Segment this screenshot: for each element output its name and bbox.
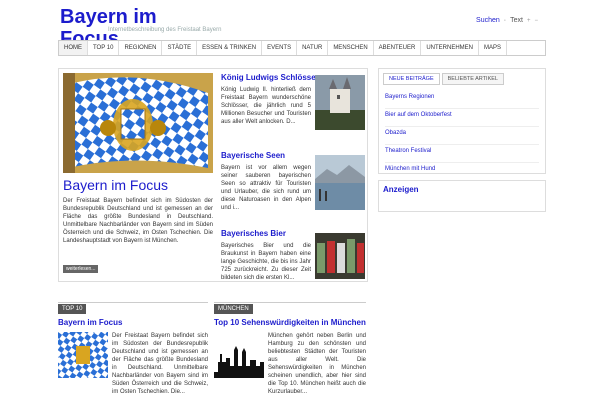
lake-image[interactable] bbox=[315, 155, 365, 210]
recent-post-link[interactable]: Bier auf dem Oktoberfest bbox=[385, 109, 539, 127]
section-tag[interactable]: MÜNCHEN bbox=[214, 304, 253, 314]
tab-new-posts[interactable]: NEUE BEITRÄGE bbox=[383, 73, 440, 85]
divider bbox=[214, 302, 366, 303]
text-size-label: Text bbox=[510, 17, 523, 24]
section-text: München gehört neben Berlin und Hamburg … bbox=[268, 333, 366, 395]
section-title[interactable]: Bayern im Focus bbox=[58, 318, 208, 328]
nav-home[interactable]: HOME bbox=[59, 41, 88, 55]
ads-title: Anzeigen bbox=[383, 185, 419, 194]
section-image[interactable] bbox=[214, 332, 264, 378]
nav-events[interactable]: EVENTS bbox=[262, 41, 298, 55]
beer-image[interactable] bbox=[315, 233, 365, 279]
recent-post-link[interactable]: Obazda bbox=[385, 127, 539, 145]
featured-image[interactable] bbox=[63, 73, 213, 173]
nav-abenteuer[interactable]: ABENTEUER bbox=[374, 41, 422, 55]
header-tools: Suchen · Text + − bbox=[476, 17, 538, 24]
text-decrease-icon[interactable]: − bbox=[534, 18, 538, 24]
nav-menschen[interactable]: MENSCHEN bbox=[328, 41, 374, 55]
section-block-top10: Bayern im Focus Der Freistaat Bayern bef… bbox=[58, 318, 208, 402]
section-title[interactable]: Top 10 Sehenswürdigkeiten in München bbox=[214, 318, 366, 328]
separator: · bbox=[503, 17, 507, 24]
section-tag[interactable]: TOP 10 bbox=[58, 304, 87, 314]
section-block-muenchen: Top 10 Sehenswürdigkeiten in München Mün… bbox=[214, 318, 366, 402]
widget-tabs: NEUE BEITRÄGE BELIEBTE ARTIKEL bbox=[383, 73, 504, 85]
recent-posts-widget: NEUE BEITRÄGE BELIEBTE ARTIKEL Bayerns R… bbox=[378, 68, 546, 181]
search-link[interactable]: Suchen bbox=[476, 17, 500, 24]
side-article-text: König Ludwig II. hinterließ dem Freistaa… bbox=[221, 87, 311, 125]
featured-block: Bayern im Focus Der Freistaat Bayern bef… bbox=[58, 68, 368, 282]
divider bbox=[58, 302, 208, 303]
nav-staedte[interactable]: STÄDTE bbox=[162, 41, 198, 55]
main-navigation: HOME TOP 10 REGIONEN STÄDTE ESSEN & TRIN… bbox=[58, 40, 546, 56]
recent-post-link[interactable]: München mit Hund bbox=[385, 163, 539, 181]
featured-text: Der Freistaat Bayern befindet sich im Sü… bbox=[63, 198, 213, 244]
text-increase-icon[interactable]: + bbox=[527, 18, 531, 24]
nav-natur[interactable]: NATUR bbox=[297, 41, 329, 55]
section-text: Der Freistaat Bayern befindet sich im Sü… bbox=[112, 333, 208, 395]
ads-widget: Anzeigen bbox=[378, 180, 546, 212]
side-article-text: Bayerisches Bier und die Braukunst in Ba… bbox=[221, 243, 311, 281]
nav-essen-trinken[interactable]: ESSEN & TRINKEN bbox=[197, 41, 263, 55]
nav-maps[interactable]: MAPS bbox=[479, 41, 508, 55]
castle-image[interactable] bbox=[315, 75, 365, 130]
read-more-button[interactable]: weiterlesen... bbox=[63, 265, 99, 273]
side-article-text: Bayern ist vor allem wegen seiner sauber… bbox=[221, 165, 311, 211]
recent-post-link[interactable]: Bayerns Regionen bbox=[385, 91, 539, 109]
recent-posts-list: Bayerns Regionen Bier auf dem Oktoberfes… bbox=[385, 91, 539, 181]
nav-top10[interactable]: TOP 10 bbox=[88, 41, 120, 55]
site-tagline: Internetbeschreibung des Freistaat Bayer… bbox=[108, 27, 222, 33]
nav-unternehmen[interactable]: UNTERNEHMEN bbox=[421, 41, 480, 55]
tab-popular-articles[interactable]: BELIEBTE ARTIKEL bbox=[441, 73, 504, 85]
nav-regionen[interactable]: REGIONEN bbox=[119, 41, 163, 55]
section-image[interactable] bbox=[58, 332, 108, 378]
featured-title[interactable]: Bayern im Focus bbox=[63, 177, 168, 193]
recent-post-link[interactable]: Theatron Festival bbox=[385, 145, 539, 163]
